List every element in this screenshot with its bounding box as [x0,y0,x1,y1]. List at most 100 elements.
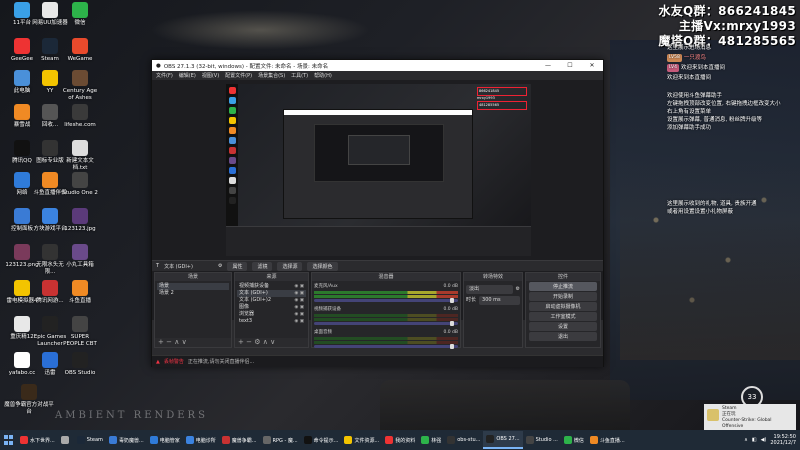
desktop-icon[interactable]: 新建文本文档.txt [62,140,98,172]
menu-item[interactable]: 视图(V) [202,72,219,79]
tray-arrow-icon[interactable]: ∧ [744,437,748,443]
taskbar-app[interactable]: 电脑管家 [147,431,183,449]
desktop-icon[interactable]: lifeshe.com [62,104,98,129]
taskbar-app-icon [486,435,495,443]
visibility-icon[interactable]: ◉ ▣ [294,304,304,311]
taskbar-app[interactable]: 斗鱼直播... [587,431,628,449]
source-item[interactable]: text3 ◉ ▣ [237,318,306,325]
add-scene-icon[interactable]: + [158,338,164,346]
source-item[interactable]: 文本 (GDI+) ◉ ▣ [237,290,306,297]
volume-slider[interactable] [314,321,458,326]
obs-title-bar[interactable]: ● OBS 27.1.3 (32-bit, windows) - 配置文件: 未… [152,60,603,71]
visibility-icon[interactable]: ◉ ▣ [294,318,304,325]
desktop-icon[interactable]: 123123.jpg [62,208,98,233]
preview-canvas[interactable]: 866241845 mrxy1993 481285565 [226,84,531,256]
duration-input[interactable]: 300 ms [479,296,520,305]
control-button[interactable]: 停止推流 [529,282,597,291]
desktop-icon-label: lifeshe.com [64,122,96,128]
taskbar-app[interactable]: RPG - 魔... [260,431,301,449]
clock[interactable]: 19:52:50 2021/12/7 [770,434,796,446]
wallpaper-watermark: AMBIENT RENDERS [55,410,208,421]
source-item[interactable]: 图像 ◉ ▣ [237,304,306,311]
select-source-button[interactable]: 选择源 [277,261,303,271]
start-button[interactable] [2,433,16,447]
desktop-icon[interactable]: SUPER PEOPLE CBT [62,316,98,348]
taskbar-app[interactable]: 水下世界... [17,431,58,449]
slider-knob[interactable] [450,344,454,349]
desktop-icon[interactable]: 小丸工具箱 [62,244,98,269]
transition-type-select[interactable]: 淡出 [466,285,513,294]
taskbar-app[interactable]: 命令提示... [301,431,342,449]
menu-item[interactable]: 帮助(H) [314,72,332,79]
desktop-icon[interactable]: 斗鱼直播 [62,280,98,305]
transition-settings-icon[interactable]: ⚙ [516,286,520,293]
source-up-icon[interactable]: ∧ [263,338,268,346]
desktop-icon[interactable]: 魔兽争霸官方对战平台 [4,384,54,416]
select-color-button[interactable]: 选择颜色 [307,261,338,271]
source-item[interactable]: 文本 (GDI+)2 ◉ ▣ [237,297,306,304]
taskbar-app[interactable]: Studio ... [523,431,561,449]
maximize-button[interactable]: ☐ [559,62,581,69]
control-button[interactable]: 退出 [529,332,597,341]
close-button[interactable]: ✕ [581,62,603,69]
desktop-icon[interactable]: WeGame [62,38,98,63]
taskbar-app[interactable]: Steam [74,431,106,449]
visibility-icon[interactable]: ◉ ▣ [294,311,304,318]
chat-line-text: 欢迎来到本直播间 [680,65,725,71]
add-source-icon[interactable]: + [238,338,244,346]
move-up-icon[interactable]: ∧ [174,338,179,346]
mixer-track: 桌面音频 0.0 dB [314,329,458,349]
visibility-icon[interactable]: ◉ ▣ [294,297,304,304]
slider-knob[interactable] [450,321,454,326]
menu-item[interactable]: 工具(T) [291,72,308,79]
app-icon [14,316,30,332]
visibility-icon[interactable]: ◉ ▣ [294,290,304,297]
taskbar-app[interactable]: 微信 [561,431,587,449]
scene-item[interactable]: 场景 2 [157,290,229,297]
taskbar-app[interactable] [58,431,74,449]
visibility-icon[interactable]: ◉ ▣ [294,283,304,290]
menu-item[interactable]: 配置文件(P) [225,72,252,79]
source-item[interactable]: 视频捕获设备 ◉ ▣ [237,283,306,290]
volume-slider[interactable] [314,298,458,303]
taskbar-app[interactable]: 电脑诊所 [183,431,219,449]
desktop-icon[interactable]: Century Age of Ashes [62,70,98,102]
remove-source-icon[interactable]: − [246,338,252,346]
menu-item[interactable]: 编辑(E) [179,72,196,79]
control-button[interactable]: 工作室模式 [529,312,597,321]
remove-scene-icon[interactable]: − [166,338,172,346]
control-button[interactable]: 设置 [529,322,597,331]
source-down-icon[interactable]: ∨ [270,338,275,346]
taskbar-app[interactable]: 文件资源... [341,431,382,449]
volume-icon[interactable]: ◀) [761,437,767,443]
track-name: 桌面音频 [314,330,332,335]
volume-slider[interactable] [314,344,458,349]
menu-item[interactable]: 文件(F) [156,72,173,79]
properties-button[interactable]: 属性 [227,261,248,271]
desktop-icon[interactable]: 微信 [62,2,98,27]
obs-window[interactable]: ● OBS 27.1.3 (32-bit, windows) - 配置文件: 未… [151,59,604,367]
taskbar-app[interactable]: 毒奶魔兽... [106,431,147,449]
taskbar-app[interactable]: OBS 27... [483,431,523,449]
network-icon[interactable]: ◧ [752,437,757,443]
chat-line: 这里展示进场消息 [667,44,797,52]
overlay-label-1: 水友Q群： [658,4,719,18]
menu-item[interactable]: 场景集合(S) [258,72,285,79]
taskbar-app[interactable]: 魔兽争霸... [219,431,260,449]
desktop-icon[interactable]: Studio One 2 [62,172,98,197]
desktop-icon[interactable]: OBS Studio [62,352,98,377]
app-icon [14,280,30,296]
source-item[interactable]: 浏览器 ◉ ▣ [237,311,306,318]
control-button[interactable]: 开始录制 [529,292,597,301]
slider-knob[interactable] [450,298,454,303]
steam-notification[interactable]: Steam 正在玩 Counter-Strike: Global Offensi… [704,404,796,430]
scene-item[interactable]: 场景 [157,283,229,290]
move-down-icon[interactable]: ∨ [182,338,187,346]
control-button[interactable]: 启动虚拟摄像机 [529,302,597,311]
filters-button[interactable]: 滤镜 [252,261,273,271]
source-settings-icon[interactable]: ⚙ [254,338,260,346]
taskbar-app[interactable]: 林强 [418,431,444,449]
minimize-button[interactable]: — [537,62,559,69]
taskbar-app[interactable]: obs-stu... [444,431,483,449]
taskbar-app[interactable]: 我的资料 [382,431,418,449]
